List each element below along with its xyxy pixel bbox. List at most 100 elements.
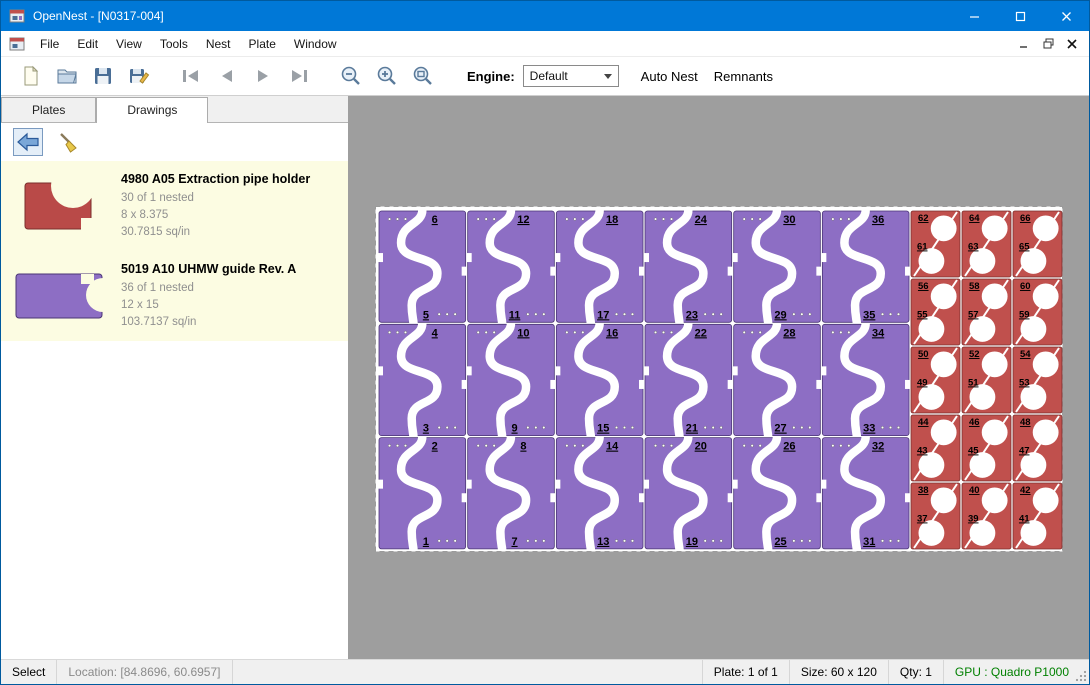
svg-text:44: 44 xyxy=(918,417,929,428)
svg-text:18: 18 xyxy=(606,214,618,226)
red-part-pair[interactable]: 42 41 xyxy=(1013,483,1062,549)
purple-part-pair[interactable]: 43 xyxy=(378,323,467,436)
save-as-button[interactable] xyxy=(121,60,157,92)
svg-text:23: 23 xyxy=(686,309,698,321)
purple-part-pair[interactable]: 3433 xyxy=(821,323,910,436)
svg-text:9: 9 xyxy=(511,423,517,435)
purple-part-pair[interactable]: 2423 xyxy=(644,210,733,323)
red-part-pair[interactable]: 5655 xyxy=(911,279,960,345)
auto-nest-button[interactable]: Auto Nest xyxy=(641,69,698,84)
drawing-area: 103.7137 sq/in xyxy=(121,314,296,331)
window-close-button[interactable] xyxy=(1043,1,1089,31)
drawing-list: 4980 A05 Extraction pipe holder 30 of 1 … xyxy=(1,161,348,659)
menu-file[interactable]: File xyxy=(31,32,68,56)
purple-part-pair[interactable]: 65 xyxy=(378,210,467,323)
red-part-pair[interactable]: 44 43 xyxy=(911,415,960,481)
svg-text:10: 10 xyxy=(517,327,529,339)
titlebar: OpenNest - [N0317-004] xyxy=(1,1,1089,31)
first-plate-button[interactable] xyxy=(173,60,209,92)
svg-text:25: 25 xyxy=(774,536,786,548)
resize-grip[interactable] xyxy=(1074,669,1088,683)
child-window-icon xyxy=(9,37,25,51)
purple-part-pair[interactable]: 1413 xyxy=(555,437,644,550)
purple-part-pair[interactable]: 10 9 xyxy=(467,323,556,436)
tab-drawings[interactable]: Drawings xyxy=(96,97,208,123)
remnants-button[interactable]: Remnants xyxy=(714,69,773,84)
window-minimize-button[interactable] xyxy=(951,1,997,31)
last-plate-button[interactable] xyxy=(281,60,317,92)
open-button[interactable] xyxy=(49,60,85,92)
red-part-pair[interactable]: 6059 xyxy=(1013,279,1062,345)
window-maximize-button[interactable] xyxy=(997,1,1043,31)
mdi-close-button[interactable] xyxy=(1061,34,1083,54)
clear-drawings-button[interactable] xyxy=(53,128,83,156)
menu-view[interactable]: View xyxy=(107,32,151,56)
save-button[interactable] xyxy=(85,60,121,92)
purple-part-pair[interactable]: 1615 xyxy=(555,323,644,436)
nest-canvas[interactable]: 6512111817242330293635431091615222128273… xyxy=(349,96,1089,659)
engine-select[interactable]: Default xyxy=(523,65,619,87)
purple-part-pair[interactable]: 3231 xyxy=(821,437,910,550)
svg-text:39: 39 xyxy=(968,513,979,524)
purple-part-pair[interactable]: 2221 xyxy=(644,323,733,436)
tab-plates[interactable]: Plates xyxy=(1,97,96,122)
menu-nest[interactable]: Nest xyxy=(197,32,240,56)
purple-part-pair[interactable]: 21 xyxy=(378,437,467,550)
svg-text:55: 55 xyxy=(917,309,928,320)
svg-text:37: 37 xyxy=(917,513,928,524)
menu-tools[interactable]: Tools xyxy=(151,32,197,56)
svg-text:15: 15 xyxy=(597,423,609,435)
red-part-pair[interactable]: 5049 xyxy=(911,347,960,413)
menu-plate[interactable]: Plate xyxy=(240,32,285,56)
red-part-pair[interactable]: 6463 xyxy=(962,211,1011,277)
red-part-pair[interactable]: 5857 xyxy=(962,279,1011,345)
drawing-item-uhmw-guide[interactable]: 5019 A10 UHMW guide Rev. A 36 of 1 neste… xyxy=(1,251,348,341)
red-part-pair[interactable]: 3837 xyxy=(911,483,960,549)
purple-part-pair[interactable]: 3029 xyxy=(733,210,822,323)
red-part-pair[interactable]: 5251 xyxy=(962,347,1011,413)
purple-part-pair[interactable]: 1211 xyxy=(467,210,556,323)
drawings-toolbar xyxy=(1,123,348,161)
next-plate-button[interactable] xyxy=(245,60,281,92)
svg-text:66: 66 xyxy=(1020,213,1031,224)
svg-text:6: 6 xyxy=(432,214,438,226)
purple-part-pair[interactable]: 87 xyxy=(467,437,556,550)
purple-part-pair[interactable]: 2827 xyxy=(733,323,822,436)
red-part-pair[interactable]: 4645 xyxy=(962,415,1011,481)
menu-edit[interactable]: Edit xyxy=(68,32,107,56)
zoom-out-button[interactable] xyxy=(333,60,369,92)
plate-drawing[interactable]: 6512111817242330293635431091615222128273… xyxy=(375,206,1063,552)
svg-text:51: 51 xyxy=(968,377,979,388)
red-part-pair[interactable]: 4847 xyxy=(1013,415,1062,481)
mdi-controls xyxy=(1013,34,1083,54)
svg-text:60: 60 xyxy=(1020,281,1031,292)
purple-part-pair[interactable]: 2019 xyxy=(644,437,733,550)
svg-text:33: 33 xyxy=(863,423,875,435)
purple-part-pair[interactable]: 1817 xyxy=(555,210,644,323)
import-drawing-button[interactable] xyxy=(13,128,43,156)
drawing-item-extraction-pipe-holder[interactable]: 4980 A05 Extraction pipe holder 30 of 1 … xyxy=(1,161,348,251)
svg-text:28: 28 xyxy=(783,327,795,339)
menu-window[interactable]: Window xyxy=(285,32,346,56)
svg-text:40: 40 xyxy=(969,485,980,496)
left-panel-tabs: Plates Drawings xyxy=(1,96,348,123)
purple-part-pair[interactable]: 26 25 xyxy=(733,437,822,550)
svg-text:43: 43 xyxy=(917,445,928,456)
purple-part-pair[interactable]: 3635 xyxy=(821,210,910,323)
status-gpu: GPU : Quadro P1000 xyxy=(943,660,1089,684)
drawing-name: 5019 A10 UHMW guide Rev. A xyxy=(121,262,296,276)
red-part-pair[interactable]: 5453 xyxy=(1013,347,1062,413)
svg-text:42: 42 xyxy=(1020,485,1031,496)
svg-text:26: 26 xyxy=(783,441,795,453)
svg-text:41: 41 xyxy=(1019,513,1030,524)
red-part-pair[interactable]: 40 39 xyxy=(962,483,1011,549)
new-button[interactable] xyxy=(13,60,49,92)
red-part-pair[interactable]: 6665 xyxy=(1013,211,1062,277)
mdi-minimize-button[interactable] xyxy=(1013,34,1035,54)
mdi-restore-button[interactable] xyxy=(1037,34,1059,54)
zoom-in-button[interactable] xyxy=(369,60,405,92)
red-part-pair[interactable]: 6261 xyxy=(911,211,960,277)
previous-plate-button[interactable] xyxy=(209,60,245,92)
zoom-fit-button[interactable] xyxy=(405,60,441,92)
svg-text:11: 11 xyxy=(509,309,521,321)
